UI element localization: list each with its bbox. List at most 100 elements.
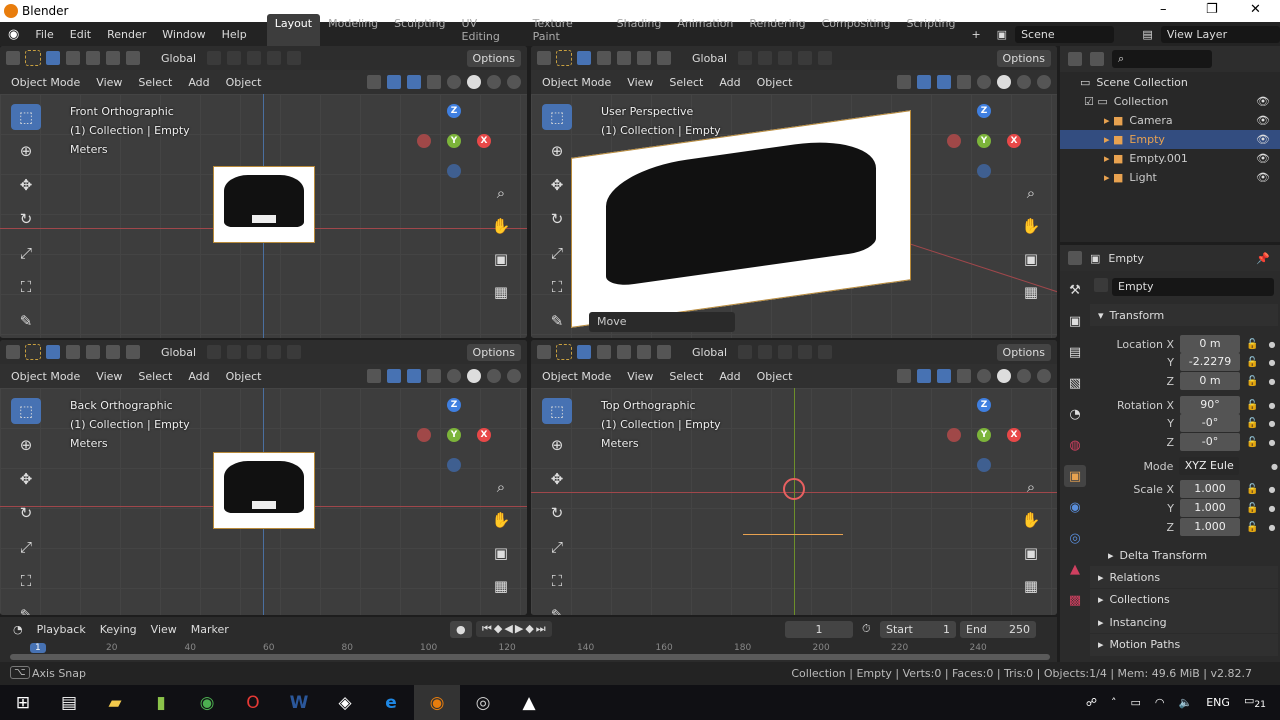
scene-tab-icon[interactable]: ◔ bbox=[1064, 403, 1086, 425]
timeline-menu-marker[interactable]: Marker bbox=[186, 621, 234, 638]
viewport-menu-object[interactable]: Object bbox=[221, 74, 267, 91]
axis-gizmo-neg-icon[interactable] bbox=[977, 164, 991, 178]
tab-animation[interactable]: Animation bbox=[669, 14, 741, 46]
select-new-icon[interactable] bbox=[577, 345, 591, 359]
falloff-icon[interactable] bbox=[287, 345, 302, 359]
snap-target-icon[interactable] bbox=[247, 51, 262, 65]
editor-type-icon[interactable] bbox=[1068, 251, 1082, 265]
cursor-tool-icon[interactable]: ⊕ bbox=[11, 432, 41, 458]
rotate-tool-icon[interactable]: ↻ bbox=[11, 206, 41, 232]
blender-menu-icon[interactable]: ◉ bbox=[0, 27, 27, 42]
transform-orientation-dropdown[interactable]: Global bbox=[156, 344, 201, 361]
move-tool-icon[interactable]: ✥ bbox=[11, 466, 41, 492]
transform-panel-header[interactable]: ▾ Transform bbox=[1090, 304, 1278, 326]
axis-gizmo-Z-icon[interactable]: Z bbox=[977, 104, 991, 118]
viewport-menu-add[interactable]: Add bbox=[714, 74, 745, 91]
transform-tool-icon[interactable]: ⛶ bbox=[542, 568, 572, 594]
cursor-tool-icon[interactable]: ⊕ bbox=[11, 138, 41, 164]
transform-pivot-icon[interactable] bbox=[537, 345, 551, 359]
axis-gizmo-Z-icon[interactable]: Z bbox=[447, 398, 461, 412]
chrome-icon[interactable]: ◉ bbox=[184, 685, 230, 720]
camera-view-icon[interactable]: ▣ bbox=[489, 247, 513, 271]
options-dropdown[interactable]: Options bbox=[466, 343, 521, 361]
panel-header-relations[interactable]: ▸ Relations bbox=[1090, 566, 1278, 588]
object-mode-dropdown[interactable]: Object Mode bbox=[537, 74, 616, 91]
pin-icon[interactable]: 📌 bbox=[1256, 252, 1270, 265]
overlay-icon[interactable] bbox=[407, 75, 421, 89]
zoom-icon[interactable]: ⌕ bbox=[489, 475, 513, 499]
proportional-icon[interactable] bbox=[798, 345, 813, 359]
filter-icon[interactable] bbox=[1090, 52, 1104, 66]
scale-tool-icon[interactable]: ⤢ bbox=[11, 240, 41, 266]
notifications-button[interactable]: ▭21 bbox=[1244, 694, 1266, 710]
transform-pivot-icon[interactable] bbox=[537, 51, 551, 65]
falloff-icon[interactable] bbox=[818, 345, 833, 359]
wireframe-shading-icon[interactable] bbox=[977, 369, 991, 383]
zoom-icon[interactable]: ⌕ bbox=[489, 181, 513, 205]
tab-texture-paint[interactable]: Texture Paint bbox=[525, 14, 609, 46]
viewport-menu-object[interactable]: Object bbox=[221, 368, 267, 385]
battery-icon[interactable]: ▭ bbox=[1131, 696, 1141, 709]
playhead-marker[interactable]: 1 bbox=[30, 643, 46, 653]
axis-gizmo-Z-icon[interactable]: Z bbox=[977, 398, 991, 412]
viewport-menu-add[interactable]: Add bbox=[714, 368, 745, 385]
options-dropdown[interactable]: Options bbox=[466, 49, 521, 67]
axis-gizmo-Y-icon[interactable]: Y bbox=[447, 134, 461, 148]
overlay-icon[interactable] bbox=[937, 369, 951, 383]
select-intersect-icon[interactable] bbox=[126, 345, 140, 359]
cursor-tool-icon[interactable]: ⊕ bbox=[542, 432, 572, 458]
overlay-icon[interactable] bbox=[937, 75, 951, 89]
material-shading-icon[interactable] bbox=[1017, 369, 1031, 383]
rotate-tool-icon[interactable]: ↻ bbox=[11, 500, 41, 526]
transform-tool-icon[interactable]: ⛶ bbox=[11, 568, 41, 594]
transform-orientation-dropdown[interactable]: Global bbox=[156, 50, 201, 67]
last-operator-panel[interactable]: Move bbox=[589, 312, 735, 332]
visibility-icon[interactable] bbox=[897, 369, 911, 383]
viewport-menu-view[interactable]: View bbox=[622, 74, 658, 91]
move-tool-icon[interactable]: ✥ bbox=[542, 172, 572, 198]
field-value[interactable]: -2.2279 bbox=[1180, 353, 1240, 371]
scene-field[interactable]: Scene bbox=[1015, 25, 1115, 43]
timeline-menu-playback[interactable]: Playback bbox=[32, 621, 91, 638]
proportional-icon[interactable] bbox=[267, 345, 282, 359]
field-value[interactable]: 0 m bbox=[1180, 335, 1240, 353]
select-tool-icon[interactable] bbox=[25, 50, 41, 66]
start-frame-field[interactable]: Start 1 bbox=[880, 621, 956, 638]
snap-target-icon[interactable] bbox=[778, 51, 793, 65]
material-shading-icon[interactable] bbox=[487, 369, 501, 383]
menu-help[interactable]: Help bbox=[214, 28, 255, 41]
snap-icon[interactable] bbox=[758, 345, 773, 359]
pan-icon[interactable]: ✋ bbox=[1019, 508, 1043, 532]
snap-icon[interactable] bbox=[758, 51, 773, 65]
gizmo-icon[interactable] bbox=[917, 75, 931, 89]
options-dropdown[interactable]: Options bbox=[996, 49, 1051, 67]
next-keyframe-button[interactable]: ◆ bbox=[525, 622, 533, 636]
transform-pivot-icon[interactable] bbox=[6, 51, 20, 65]
outliner-scene-collection[interactable]: ▭ Scene Collection bbox=[1060, 73, 1280, 92]
options-dropdown[interactable]: Options bbox=[996, 343, 1051, 361]
axis-gizmo-Y-icon[interactable]: Y bbox=[447, 428, 461, 442]
keyframe-dot-icon[interactable]: ● bbox=[1268, 377, 1275, 386]
select-subtract-icon[interactable] bbox=[617, 345, 631, 359]
menu-file[interactable]: File bbox=[27, 28, 61, 41]
axis-gizmo-X-icon[interactable]: X bbox=[477, 134, 491, 148]
select-new-icon[interactable] bbox=[46, 345, 60, 359]
wifi-icon[interactable]: ◠ bbox=[1155, 696, 1165, 709]
rendered-shading-icon[interactable] bbox=[507, 369, 521, 383]
keyframe-dot-icon[interactable]: ● bbox=[1268, 504, 1275, 513]
transform-tool-icon[interactable]: ⛶ bbox=[11, 274, 41, 300]
object-tab-icon[interactable]: ▣ bbox=[1064, 465, 1086, 487]
blender-taskbar-icon[interactable]: ◉ bbox=[414, 685, 460, 720]
pivot-icon[interactable] bbox=[738, 51, 753, 65]
menu-render[interactable]: Render bbox=[99, 28, 154, 41]
field-value[interactable]: 0 m bbox=[1180, 372, 1240, 390]
field-value[interactable]: XYZ Eule ⌄ bbox=[1179, 457, 1240, 490]
wireframe-shading-icon[interactable] bbox=[977, 75, 991, 89]
ortho-toggle-icon[interactable]: ▦ bbox=[489, 280, 513, 304]
scene-icon[interactable]: ▣ bbox=[989, 28, 1015, 41]
record-button[interactable]: ● bbox=[450, 621, 472, 638]
panel-header-instancing[interactable]: ▸ Instancing bbox=[1090, 611, 1278, 633]
proportional-icon[interactable] bbox=[798, 51, 813, 65]
object-mode-dropdown[interactable]: Object Mode bbox=[6, 74, 85, 91]
object-mode-dropdown[interactable]: Object Mode bbox=[6, 368, 85, 385]
